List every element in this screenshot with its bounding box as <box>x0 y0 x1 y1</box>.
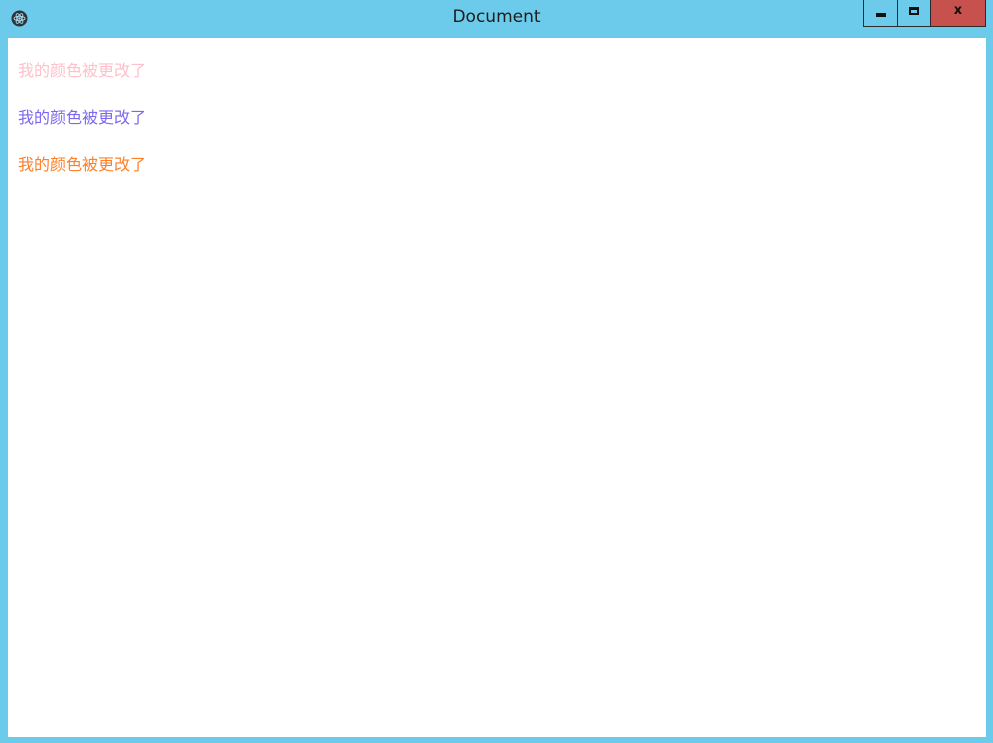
close-icon: x <box>953 3 963 18</box>
minimize-button[interactable] <box>863 0 898 27</box>
maximize-icon <box>909 7 919 15</box>
close-button[interactable]: x <box>930 0 986 27</box>
app-window: Document x 我的颜色被更改了 我的颜色被更改了 我的颜色被更改了 <box>0 0 993 743</box>
window-title: Document <box>452 7 541 27</box>
maximize-button[interactable] <box>897 0 931 27</box>
colored-text-line-2: 我的颜色被更改了 <box>18 108 147 127</box>
colored-text-line-1: 我的颜色被更改了 <box>18 61 147 80</box>
document-body: 我的颜色被更改了 我的颜色被更改了 我的颜色被更改了 <box>8 38 986 737</box>
minimize-icon <box>876 13 886 17</box>
colored-text-line-3: 我的颜色被更改了 <box>18 155 147 174</box>
title-bar[interactable]: Document x <box>0 0 993 37</box>
